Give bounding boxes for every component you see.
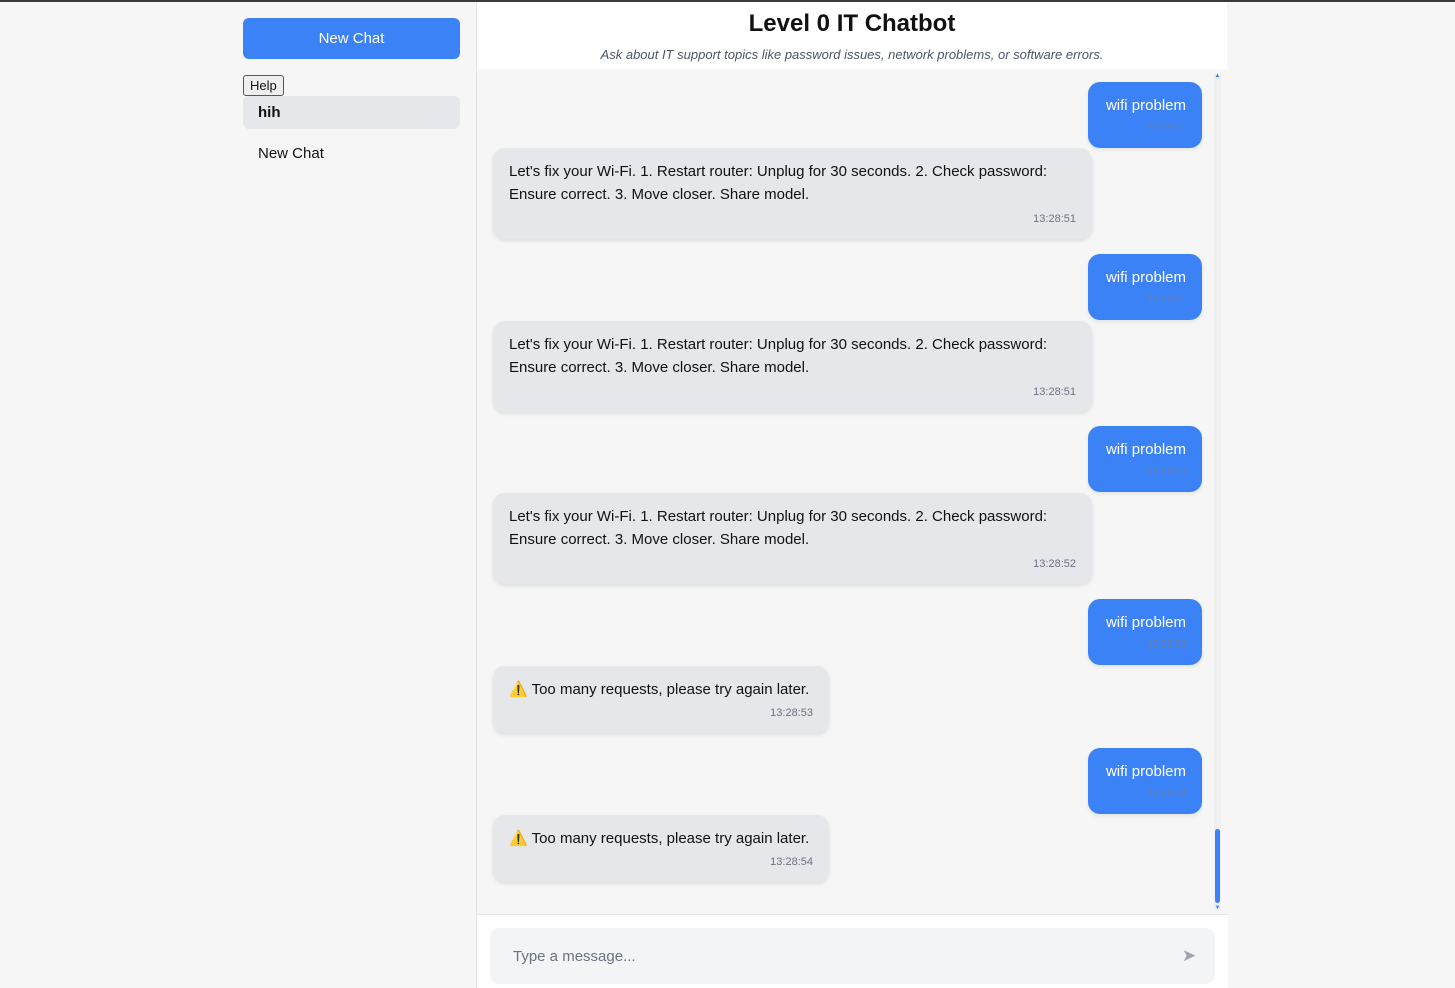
message-text: Let's fix your Wi-Fi. 1. Restart router:… [509,163,1048,203]
message-timestamp: 13:28:52 [1147,466,1186,477]
chat-header: Level 0 IT Chatbot Ask about IT support … [477,2,1227,69]
chat-history-list: hih New Chat [243,96,460,170]
message-text: wifi problem [1105,269,1186,286]
message-timestamp: 13:28:54 [1147,788,1186,799]
help-button[interactable]: Help [243,75,284,96]
chat-history-item-label: hih [258,104,281,121]
page-subtitle: Ask about IT support topics like passwor… [600,47,1104,62]
message-text: wifi problem [1105,441,1186,458]
bot-message: Let's fix your Wi-Fi. 1. Restart router:… [493,493,1092,584]
message-timestamp: 13:28:53 [1147,639,1186,650]
message-timestamp: 13:28:51 [1147,122,1186,133]
sidebar: New Chat Help hih New Chat [243,18,460,170]
message-text: wifi problem [1105,97,1186,114]
message-list-scrollbar[interactable]: ▲ ▼ [1214,73,1221,911]
message-text: Let's fix your Wi-Fi. 1. Restart router:… [509,336,1048,376]
warning-icon: ⚠️ [509,830,528,847]
user-message: wifi problem 13:28:54 [1088,748,1202,814]
message-text: Let's fix your Wi-Fi. 1. Restart router:… [509,508,1048,548]
message-timestamp: 13:28:51 [1147,294,1186,305]
message-timestamp: 13:28:54 [770,856,813,868]
chat-history-item[interactable]: hih [243,96,460,129]
message-text: wifi problem [1105,614,1186,631]
bot-message: Let's fix your Wi-Fi. 1. Restart router:… [493,148,1092,239]
chat-panel: Level 0 IT Chatbot Ask about IT support … [476,2,1228,988]
message-text: wifi problem [1105,763,1186,780]
message-body: ⚠️ Too many requests, please try again l… [509,827,813,850]
composer: ➤ [477,914,1228,988]
bot-message: ⚠️ Too many requests, please try again l… [493,815,829,882]
user-message: wifi problem 13:28:51 [1088,254,1202,320]
message-timestamp: 13:28:51 [1033,386,1076,398]
message-timestamp: 13:28:52 [1033,558,1076,570]
warning-icon: ⚠️ [509,681,528,698]
scroll-down-arrow-icon[interactable]: ▼ [1214,905,1221,911]
message-input[interactable] [490,928,1170,984]
message-input-container: ➤ [490,928,1215,984]
message-body: ⚠️ Too many requests, please try again l… [509,678,813,701]
message-text: Too many requests, please try again late… [531,830,810,847]
bot-message: ⚠️ Too many requests, please try again l… [493,666,829,733]
page-title: Level 0 IT Chatbot [748,10,956,37]
chat-history-item[interactable]: New Chat [243,137,460,170]
chat-history-item-label: New Chat [258,145,324,162]
scroll-up-arrow-icon[interactable]: ▲ [1214,73,1221,79]
message-timestamp: 13:28:51 [1033,213,1076,225]
new-chat-button[interactable]: New Chat [243,18,460,59]
message-timestamp: 13:28:53 [770,707,813,719]
send-icon[interactable]: ➤ [1179,945,1199,967]
message-list[interactable]: wifi problem 13:28:51 Let's fix your Wi-… [477,69,1228,912]
bot-message: Let's fix your Wi-Fi. 1. Restart router:… [493,321,1092,412]
message-text: Too many requests, please try again late… [531,681,810,698]
scrollbar-thumb[interactable] [1215,829,1220,903]
user-message: wifi problem 13:28:51 [1088,82,1202,148]
user-message: wifi problem 13:28:53 [1088,599,1202,665]
user-message: wifi problem 13:28:52 [1088,426,1202,492]
